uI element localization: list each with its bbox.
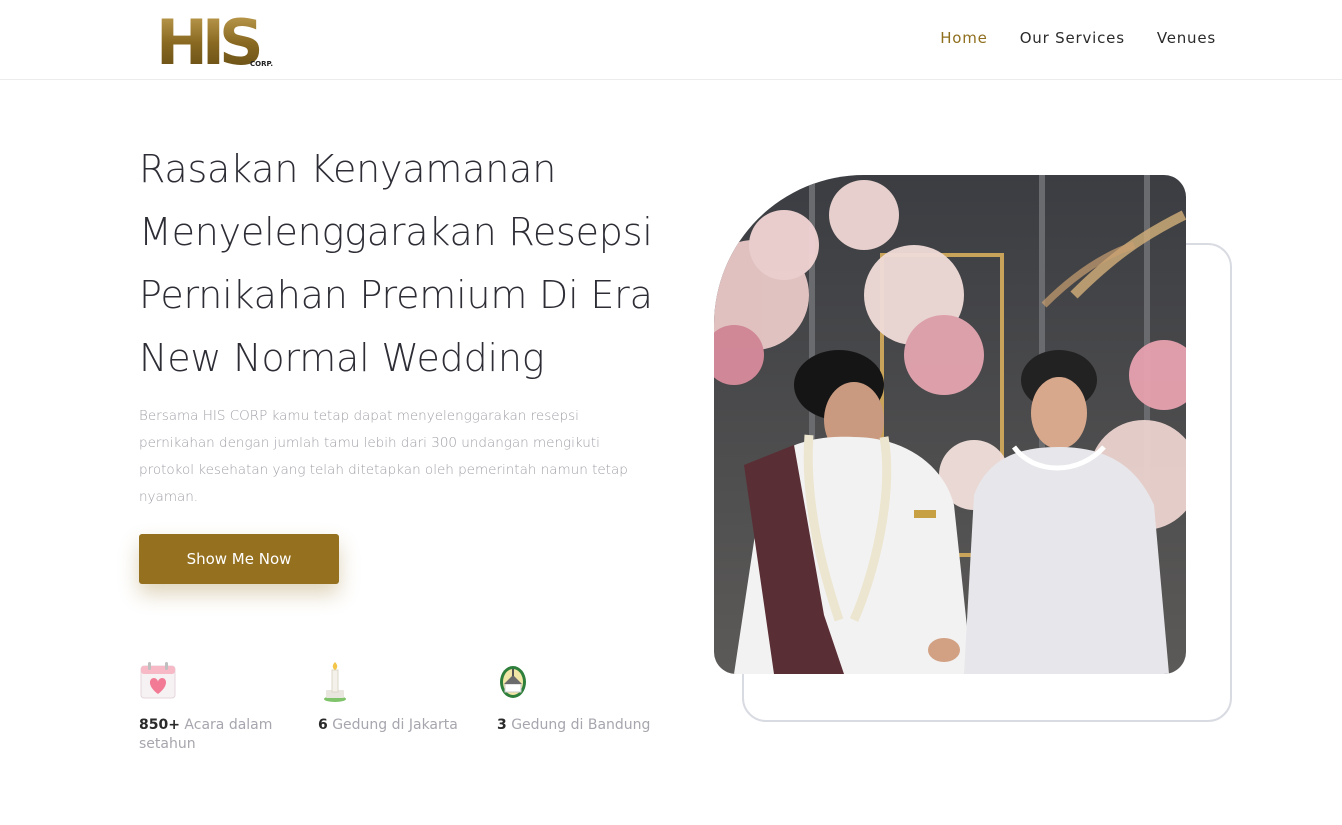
- nav-venues[interactable]: Venues: [1157, 29, 1216, 47]
- stat-number: 850+: [139, 717, 180, 733]
- stat-bandung: 3 Gedung di Bandung: [497, 660, 677, 735]
- wedding-couple-photo: [714, 175, 1186, 674]
- stat-jakarta: 6 Gedung di Jakarta: [318, 660, 488, 735]
- nav-home[interactable]: Home: [940, 29, 988, 47]
- site-header: HIS CORP. Home Our Services Venues: [0, 0, 1342, 80]
- gedung-sate-icon: [500, 666, 526, 698]
- monas-monument-icon: [324, 662, 346, 702]
- hero-title-line: New Normal Wedding: [139, 336, 545, 380]
- stat-events: 850+ Acara dalam setahun: [139, 660, 299, 754]
- wedding-photo-illustration: [714, 175, 1186, 674]
- hero-title-line: Menyelenggarakan Resepsi: [139, 210, 653, 254]
- logo-corp-text: CORP.: [250, 60, 273, 68]
- main-nav: Home Our Services Venues: [940, 29, 1216, 47]
- his-corp-logo[interactable]: HIS CORP.: [156, 6, 274, 79]
- show-me-now-button[interactable]: Show Me Now: [139, 534, 339, 584]
- logo-graphic: HIS CORP.: [156, 6, 273, 79]
- hero-title-line: Rasakan Kenyamanan: [139, 147, 557, 191]
- stat-label: Gedung di Jakarta: [332, 717, 458, 733]
- nav-our-services[interactable]: Our Services: [1020, 29, 1125, 47]
- calendar-heart-icon: [140, 662, 176, 699]
- stat-number: 3: [497, 717, 507, 733]
- stat-number: 6: [318, 717, 328, 733]
- stat-label: Gedung di Bandung: [511, 717, 651, 733]
- hero-title: Rasakan Kenyamanan Menyelenggarakan Rese…: [139, 138, 659, 390]
- hero-title-line: Pernikahan Premium Di Era: [139, 273, 653, 317]
- hero-description: Bersama HIS CORP kamu tetap dapat menyel…: [139, 408, 628, 505]
